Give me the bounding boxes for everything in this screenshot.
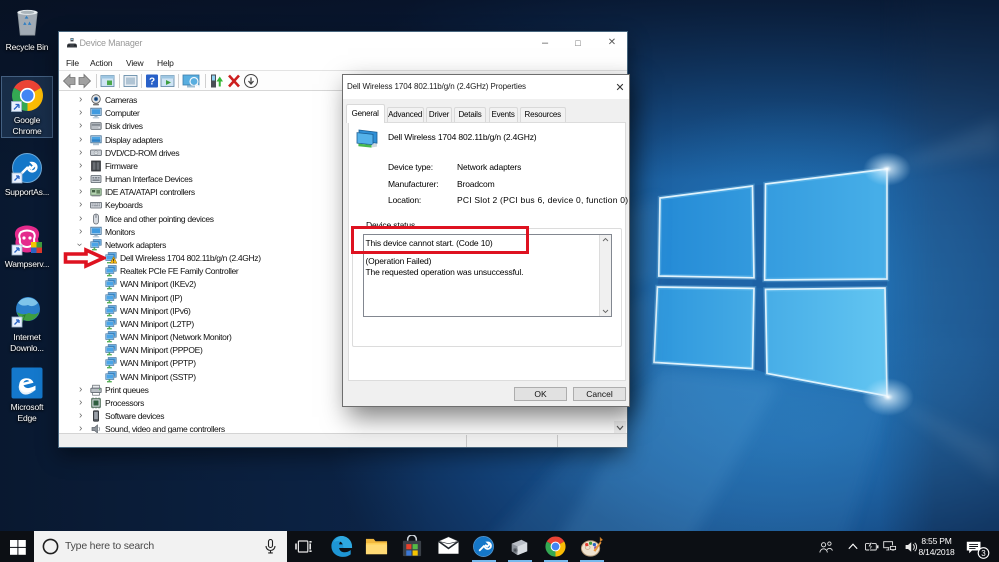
svg-text:3: 3 xyxy=(981,549,986,558)
svg-text:?: ? xyxy=(149,77,155,88)
